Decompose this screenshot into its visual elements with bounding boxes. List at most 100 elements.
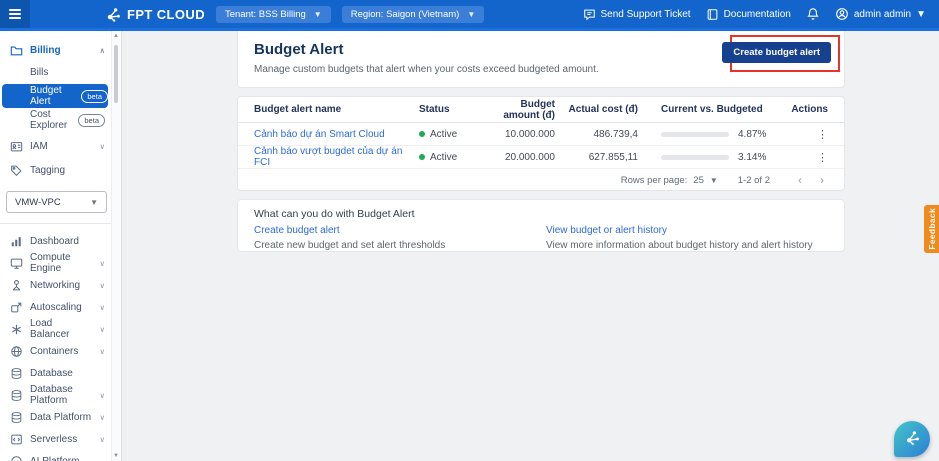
sidebar-item-networking[interactable]: Networking ∨ (0, 274, 113, 296)
help-card-title: What can you do with Budget Alert (254, 208, 415, 220)
notifications-button[interactable] (806, 7, 820, 21)
feedback-label: Feedback (926, 208, 937, 250)
bar-chart-icon (10, 235, 23, 248)
beta-badge: beta (81, 89, 108, 103)
rows-per-page-value: 25 (693, 174, 704, 186)
sidebar-item-compute-engine[interactable]: Compute Engine ∨ (0, 252, 113, 274)
fpt-cloud-console: FPT CLOUD Tenant: BSS Billing ▼ Region: … (0, 0, 939, 461)
create-budget-alert-button[interactable]: Create budget alert (722, 42, 831, 63)
tenant-selector[interactable]: Tenant: BSS Billing ▼ (215, 5, 331, 23)
send-support-ticket-button[interactable]: Send Support Ticket (583, 8, 691, 21)
budget-alert-name-link[interactable]: Cảnh báo vượt bugdet của dự án FCI (254, 146, 419, 168)
help-card: What can you do with Budget Alert Create… (237, 199, 845, 252)
help-item: View budget or alert history View more i… (546, 225, 813, 251)
serverless-icon (10, 433, 23, 446)
sidebar-item-billing[interactable]: Billing ∧ (0, 39, 113, 61)
table-row: Cảnh báo dự án Smart Cloud Active 10.000… (238, 123, 844, 146)
hamburger-menu-icon[interactable] (0, 0, 30, 28)
sidebar-item-budget-alert[interactable]: Budget Alert beta (2, 84, 108, 108)
molecule-logo-icon (105, 6, 122, 23)
chevron-down-icon: ∨ (99, 390, 106, 400)
feedback-tab[interactable]: Feedback (924, 205, 939, 253)
chevron-down-icon: ∨ (99, 346, 106, 356)
chevron-down-icon: ▼ (90, 197, 98, 207)
circle-icon (10, 455, 23, 461)
kebab-menu-icon[interactable]: ⋮ (817, 129, 828, 141)
budget-alert-table-card: Budget alert name Status Budget amount (… (237, 96, 845, 191)
table-header-row: Budget alert name Status Budget amount (… (238, 97, 844, 123)
page-title: Budget Alert (254, 41, 344, 58)
view-history-link[interactable]: View budget or alert history (546, 225, 813, 236)
budget-amount-value: 10.000.000 (504, 128, 555, 140)
kebab-menu-icon[interactable]: ⋮ (817, 152, 828, 164)
region-selector-label: Region: Saigon (Vietnam) (350, 8, 460, 20)
col-budget-alert-name: Budget alert name (254, 104, 342, 115)
progress-cell: 3.14% (638, 152, 776, 163)
tag-icon (10, 164, 23, 177)
sidebar-item-label: Dashboard (30, 235, 79, 247)
rows-per-page-label: Rows per page: (620, 174, 688, 186)
sidebar-item-label: Billing (30, 44, 61, 56)
sidebar-item-load-balancer[interactable]: Load Balancer ∨ (0, 318, 113, 340)
sidebar-item-label: Database (30, 367, 73, 379)
scrollbar-thumb[interactable] (114, 45, 118, 103)
page-subtitle: Manage custom budgets that alert when yo… (254, 64, 599, 75)
scroll-up-arrow-icon[interactable]: ▲ (112, 33, 120, 39)
database-icon (10, 389, 23, 402)
pagination-range: 1-2 of 2 (737, 174, 770, 186)
sidebar-item-autoscaling[interactable]: Autoscaling ∨ (0, 296, 113, 318)
col-actual-cost: Actual cost (đ) (568, 104, 638, 115)
sidebar-item-label: Cost Explorer (30, 109, 68, 131)
chevron-down-icon: ▼ (313, 9, 322, 19)
documentation-button[interactable]: Documentation (706, 8, 791, 21)
user-menu-label: admin admin (853, 8, 912, 20)
user-menu[interactable]: admin admin ▼ (835, 7, 926, 21)
fpt-cloud-logo: FPT CLOUD (105, 6, 205, 23)
sidebar-item-serverless[interactable]: Serverless ∨ (0, 428, 113, 450)
actual-cost-value: 486.739,4 (593, 128, 639, 140)
scroll-down-arrow-icon[interactable]: ▼ (112, 453, 120, 459)
sidebar-item-database-platform[interactable]: Database Platform ∨ (0, 384, 113, 406)
sidebar-item-bills[interactable]: Bills (0, 61, 113, 83)
vpc-selector[interactable]: VMW-VPC ▼ (6, 191, 107, 213)
region-selector[interactable]: Region: Saigon (Vietnam) ▼ (341, 5, 485, 23)
chevron-down-icon: ∨ (99, 141, 106, 151)
globe-icon (10, 345, 23, 358)
database-icon (10, 411, 23, 424)
progress-cell: 4.87% (638, 129, 776, 140)
sidebar-item-database[interactable]: Database (0, 362, 113, 384)
sidebar-item-iam[interactable]: IAM ∨ (0, 135, 113, 157)
id-badge-icon (10, 140, 23, 153)
sidebar-item-label: Containers (30, 345, 79, 357)
chevron-up-icon: ∧ (99, 45, 106, 55)
top-navbar: FPT CLOUD Tenant: BSS Billing ▼ Region: … (0, 0, 939, 28)
chevron-down-icon: ∨ (99, 412, 106, 422)
status-label: Active (430, 151, 458, 163)
chevron-down-icon: ∨ (99, 302, 106, 312)
budget-alert-name-link[interactable]: Cảnh báo dự án Smart Cloud (254, 129, 419, 140)
sidebar-item-label: Autoscaling (30, 301, 82, 313)
sidebar-item-label: Compute Engine (30, 252, 71, 274)
sidebar-item-ai-platform[interactable]: AI Platform (0, 450, 113, 461)
sidebar-item-data-platform[interactable]: Data Platform ∨ (0, 406, 113, 428)
next-page-button[interactable]: › (814, 173, 830, 187)
chevron-down-icon: ∨ (99, 434, 106, 444)
sidebar-item-tagging[interactable]: Tagging (0, 159, 113, 181)
sidebar-scrollbar[interactable]: ▲ ▼ (111, 31, 120, 461)
sidebar-item-label: Budget Alert (30, 85, 62, 107)
sidebar-item-label: Database Platform (30, 384, 73, 406)
chat-support-fab[interactable] (894, 421, 930, 457)
rows-per-page-select[interactable]: 25 ▼ (693, 175, 718, 186)
sidebar-item-dashboard[interactable]: Dashboard (0, 230, 113, 252)
bell-icon (806, 7, 820, 21)
help-item: Create budget alert Create new budget an… (254, 225, 445, 251)
sidebar-item-cost-explorer[interactable]: Cost Explorer beta (0, 109, 113, 131)
col-budget-amount: Budget amount (đ) (503, 98, 555, 121)
table-pagination: Rows per page: 25 ▼ 1-2 of 2 ‹ › (238, 169, 844, 191)
sidebar-item-containers[interactable]: Containers ∨ (0, 340, 113, 362)
previous-page-button[interactable]: ‹ (792, 173, 808, 187)
create-budget-alert-link[interactable]: Create budget alert (254, 225, 445, 236)
status-badge: Active (419, 129, 493, 140)
sidebar-item-label: Load Balancer (30, 318, 70, 340)
actions-cell: ⋮ (776, 128, 828, 141)
